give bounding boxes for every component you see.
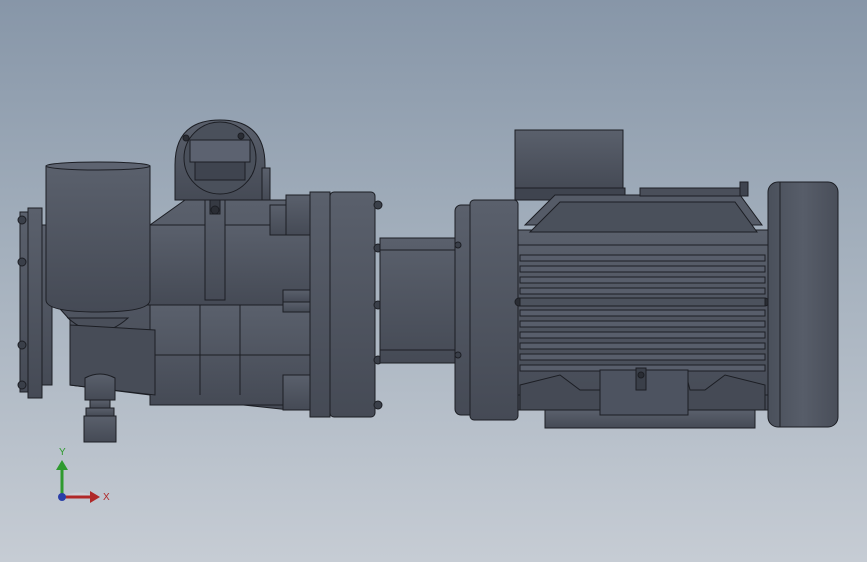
motor-fan-cover: [767, 181, 839, 428]
motor-mounting-feet: [519, 367, 766, 429]
pump-bracket-flange: [309, 191, 383, 418]
graphics-viewport[interactable]: Y X: [0, 0, 867, 562]
coordinate-triad: Y X: [56, 447, 110, 503]
motor-cooling-fins: [519, 254, 766, 372]
motor-terminal-box: [514, 129, 763, 233]
triad-y-arrow: [56, 460, 68, 470]
pump-motor-model[interactable]: Y X: [0, 0, 867, 562]
triad-z-axis: [58, 493, 66, 501]
triad-x-arrow: [90, 491, 100, 503]
triad-x-label: X: [103, 492, 110, 503]
coupling-housing: [379, 237, 461, 364]
pump-suction-cylinder: [45, 161, 156, 396]
motor-front-flange: [454, 199, 519, 421]
pump-drain-plug: [83, 373, 117, 443]
triad-y-label: Y: [59, 447, 66, 458]
motor-mid-rib: [519, 297, 766, 307]
